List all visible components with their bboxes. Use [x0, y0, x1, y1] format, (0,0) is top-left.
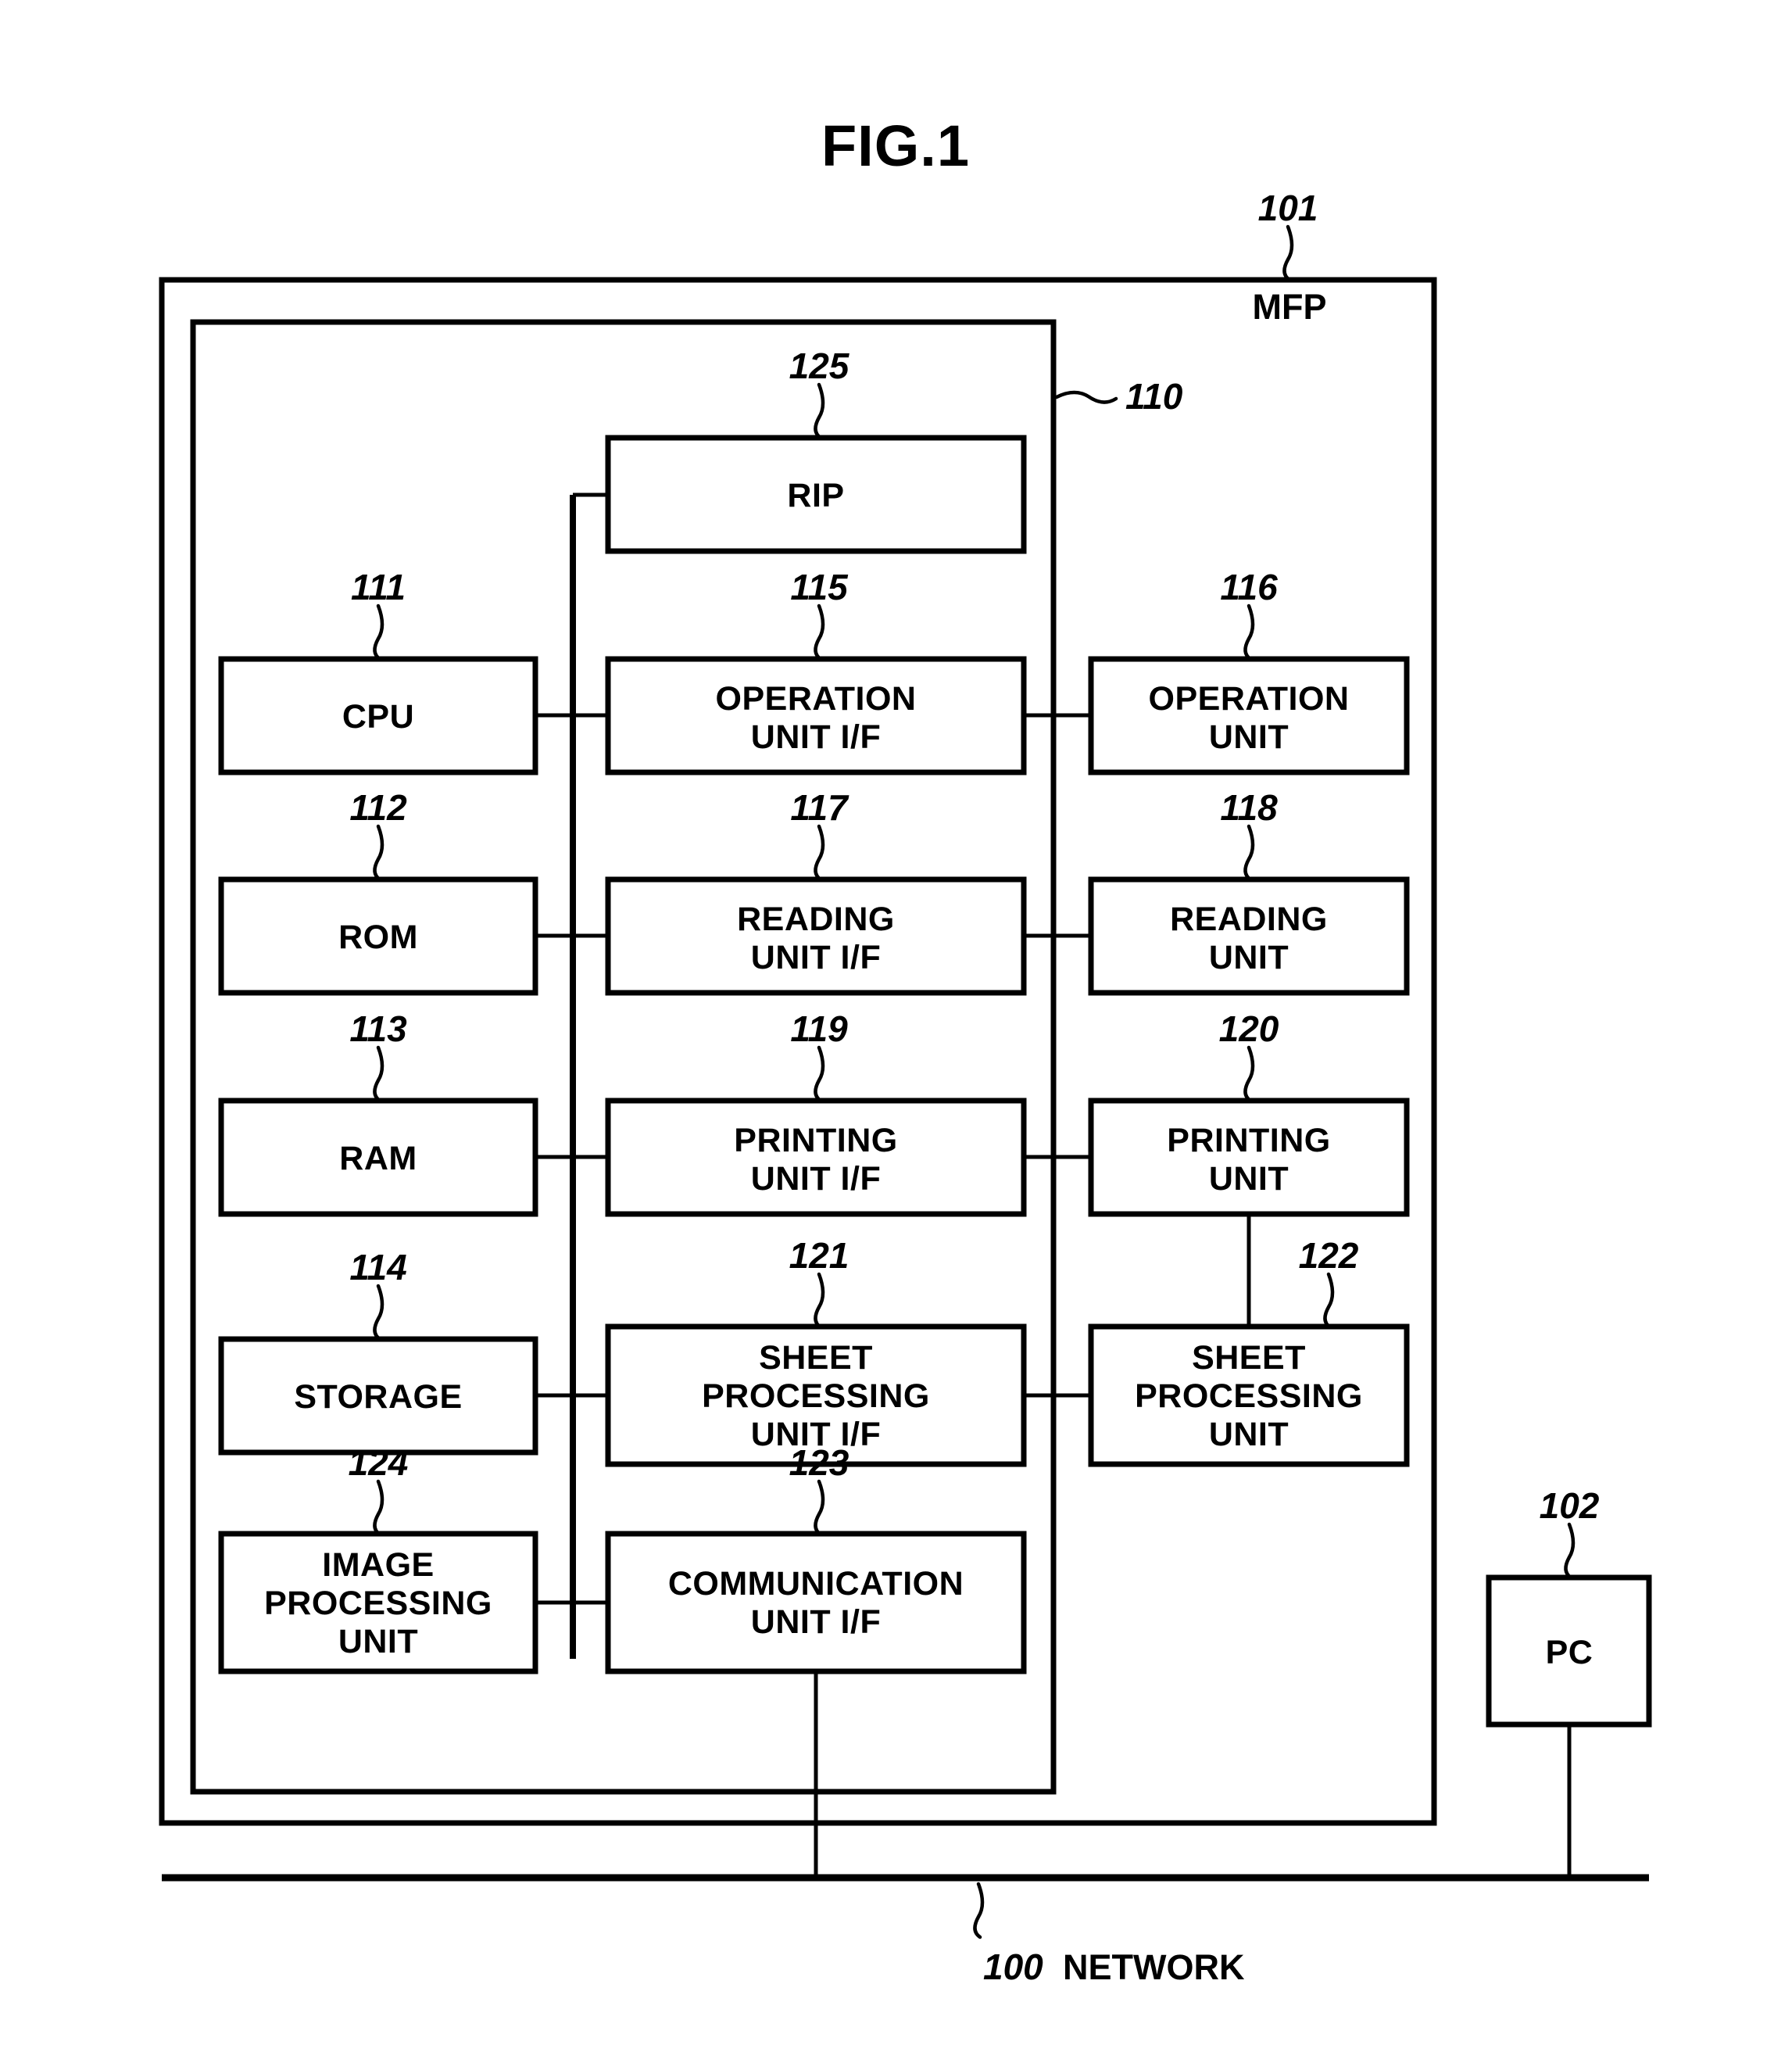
image-processing-unit-ref-leader-icon: [373, 1479, 385, 1537]
printing-unit-ref-leader-icon: [1243, 1045, 1255, 1103]
storage-ref-leader-icon: [373, 1284, 385, 1341]
pc-ref-leader-icon: [1564, 1522, 1576, 1580]
sheet-processing-unit-label-line3: UNIT: [1209, 1416, 1289, 1453]
rip-ref-leader-icon: [814, 382, 825, 440]
operation-unit-if-label-line2: UNIT I/F: [751, 718, 881, 756]
block-diagram: FIG.1 MFP 101 110 RIP 125 CPU 111 OPERAT…: [159, 113, 1652, 1987]
reading-unit-ref-leader-icon: [1243, 824, 1255, 882]
communication-unit-if-label-line2: UNIT I/F: [751, 1603, 881, 1641]
printing-unit-ref-number: 120: [1219, 1008, 1279, 1049]
operation-unit-if-label-line1: OPERATION: [716, 680, 917, 718]
sheet-processing-unit-ref-leader-icon: [1323, 1272, 1335, 1330]
figure-canvas: FIG.1 MFP 101 110 RIP 125 CPU 111 OPERAT…: [0, 0, 1792, 2070]
reading-unit-if-ref-number: 117: [790, 787, 850, 828]
communication-unit-if-ref-number: 123: [789, 1442, 850, 1483]
pc-ref-number: 102: [1540, 1485, 1600, 1526]
network-ref-number: 100: [983, 1946, 1043, 1987]
communication-unit-if-ref-leader-icon: [814, 1479, 825, 1537]
printing-unit-if-ref-number: 119: [790, 1008, 848, 1049]
cpu-ref-leader-icon: [373, 603, 385, 661]
image-processing-unit-label-line3: UNIT: [338, 1623, 418, 1660]
image-processing-unit-label-line2: PROCESSING: [264, 1585, 492, 1622]
ram-ref-leader-icon: [373, 1045, 385, 1103]
pc-label: PC: [1546, 1634, 1593, 1671]
image-processing-unit-label-line1: IMAGE: [322, 1546, 434, 1584]
operation-unit-label-line1: OPERATION: [1149, 680, 1350, 718]
ram-ref-number: 113: [349, 1008, 407, 1049]
sheet-processing-unit-if-label-line2: PROCESSING: [702, 1377, 930, 1415]
reading-unit-if-label-line2: UNIT I/F: [751, 939, 881, 976]
communication-unit-if-box[interactable]: [605, 1531, 1027, 1674]
storage-ref-number: 114: [349, 1247, 406, 1287]
rom-ref-leader-icon: [373, 824, 385, 882]
reading-unit-ref-number: 118: [1220, 787, 1278, 828]
printing-unit-if-label-line2: UNIT I/F: [751, 1160, 881, 1198]
rip-label: RIP: [787, 477, 844, 514]
network-label: NETWORK: [1063, 1947, 1245, 1987]
rip-ref-number: 125: [789, 346, 850, 386]
sheet-processing-unit-if-label-line1: SHEET: [759, 1339, 873, 1377]
printing-unit-label-line1: PRINTING: [1167, 1122, 1330, 1159]
reading-unit-if-ref-leader-icon: [814, 824, 825, 882]
operation-unit-ref-number: 116: [1220, 567, 1278, 607]
mfp-ref-number: 101: [1258, 188, 1318, 228]
sheet-processing-unit-label-line2: PROCESSING: [1135, 1377, 1363, 1415]
ram-label: RAM: [339, 1140, 417, 1177]
controller-ref-number: 110: [1125, 376, 1183, 417]
sheet-processing-unit-if-ref-leader-icon: [814, 1272, 825, 1330]
figure-title: FIG.1: [821, 113, 970, 178]
sheet-processing-unit-label-line1: SHEET: [1192, 1339, 1306, 1377]
operation-unit-label-line2: UNIT: [1209, 718, 1289, 756]
printing-unit-if-label-line1: PRINTING: [734, 1122, 897, 1159]
reading-unit-if-label-line1: READING: [737, 901, 895, 938]
mfp-ref-leader-icon: [1282, 224, 1294, 282]
sheet-processing-unit-if-ref-number: 121: [789, 1235, 850, 1276]
mfp-label: MFP: [1253, 287, 1327, 327]
network-ref-leader-icon: [973, 1882, 985, 1939]
storage-label: STORAGE: [294, 1378, 462, 1416]
operation-unit-if-ref-leader-icon: [814, 603, 825, 661]
image-processing-unit-ref-number: 124: [349, 1442, 409, 1483]
printing-unit-if-ref-leader-icon: [814, 1045, 825, 1103]
cpu-ref-number: 111: [351, 567, 406, 607]
rom-label: ROM: [338, 919, 418, 956]
reading-unit-label-line1: READING: [1170, 901, 1328, 938]
printing-unit-label-line2: UNIT: [1209, 1160, 1289, 1198]
reading-unit-label-line2: UNIT: [1209, 939, 1289, 976]
sheet-processing-unit-ref-number: 122: [1299, 1235, 1359, 1276]
operation-unit-ref-leader-icon: [1243, 603, 1255, 661]
rom-ref-number: 112: [349, 787, 407, 828]
controller-ref-leader-icon: [1054, 390, 1118, 404]
cpu-label: CPU: [342, 698, 414, 736]
operation-unit-if-ref-number: 115: [790, 567, 849, 607]
communication-unit-if-label-line1: COMMUNICATION: [668, 1565, 964, 1603]
